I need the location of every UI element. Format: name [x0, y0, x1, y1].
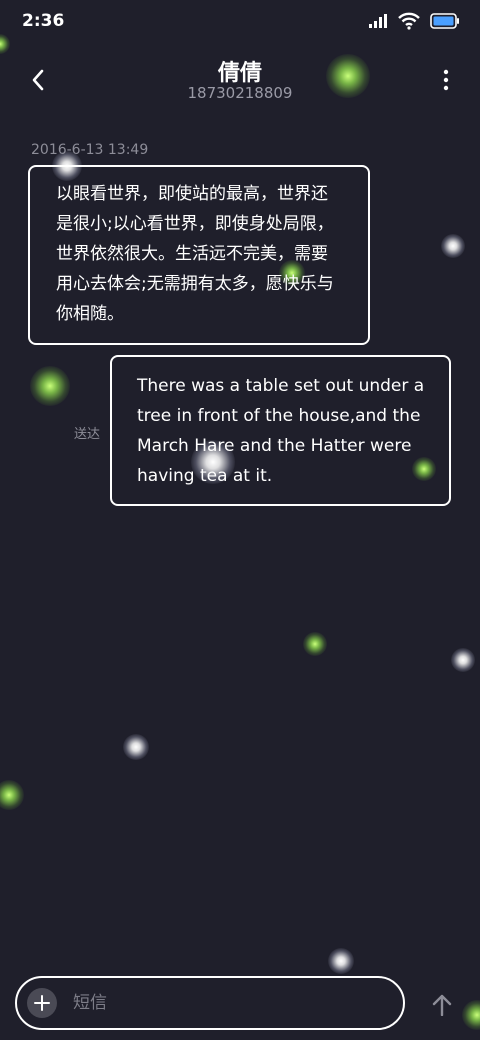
outgoing-message-text: There was a table set out under a tree i…: [137, 376, 425, 486]
conversation-header: 倩倩 18730218809: [0, 44, 480, 116]
more-options-button[interactable]: [434, 64, 458, 96]
glow-particle: [303, 632, 327, 656]
delivery-status: 送达: [74, 427, 101, 442]
status-icons: [368, 12, 460, 30]
send-button[interactable]: [428, 990, 456, 1020]
wifi-icon: [398, 12, 420, 30]
glow-particle: [462, 1000, 480, 1030]
status-time: 2:36: [22, 11, 65, 31]
compose-bar: [15, 976, 405, 1030]
status-bar: 2:36: [0, 0, 480, 44]
outgoing-message-bubble[interactable]: There was a table set out under a tree i…: [110, 355, 451, 506]
arrow-up-icon: [432, 994, 452, 1016]
glow-particle: [0, 780, 24, 810]
plus-icon: [34, 995, 50, 1011]
glow-particle: [123, 734, 149, 760]
contact-name: 倩倩: [217, 61, 262, 86]
more-vertical-icon: [443, 69, 449, 91]
glow-particle: [441, 234, 465, 258]
glow-particle: [328, 948, 354, 974]
incoming-message-bubble[interactable]: 以眼看世界，即使站的最高，世界还是很小;以心看世界，即使身处局限，世界依然很大。…: [28, 165, 370, 345]
glow-particle: [30, 366, 70, 406]
battery-icon: [430, 13, 459, 29]
message-timestamp: 2016-6-13 13:49: [31, 142, 149, 158]
glow-particle: [451, 648, 475, 672]
signal-icon: [369, 14, 387, 28]
attach-button[interactable]: [27, 988, 57, 1018]
contact-number: 18730218809: [187, 84, 293, 102]
incoming-message-text: 以眼看世界，即使站的最高，世界还是很小;以心看世界，即使身处局限，世界依然很大。…: [56, 184, 334, 324]
message-input[interactable]: [73, 986, 373, 1020]
